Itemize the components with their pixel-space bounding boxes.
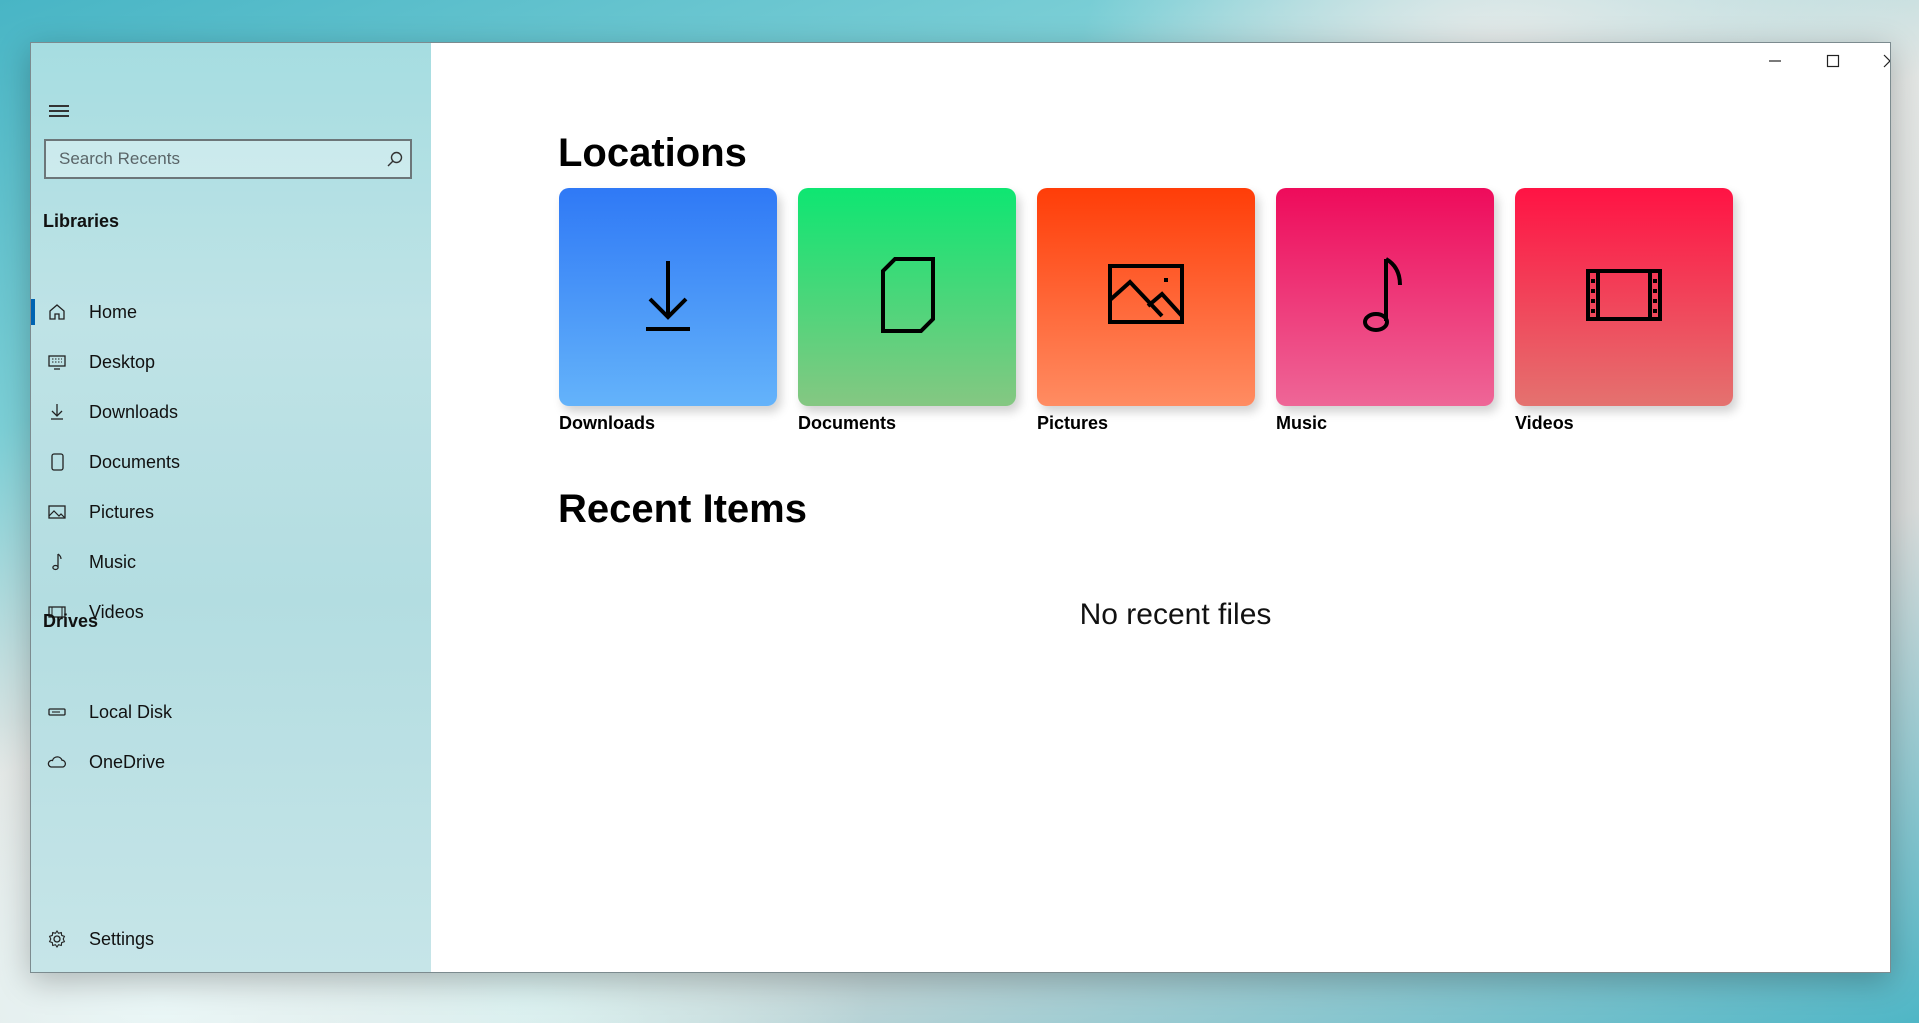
location-tile-downloads[interactable] bbox=[559, 188, 777, 406]
empty-state-message: No recent files bbox=[1079, 598, 1272, 631]
main-content: Locations Downloads Documents Pictures M… bbox=[431, 43, 1890, 972]
sidebar-item-label: Desktop bbox=[89, 351, 156, 372]
location-label-videos: Videos bbox=[1515, 413, 1574, 433]
location-tile-music[interactable] bbox=[1276, 188, 1494, 406]
settings-button[interactable]: Settings bbox=[31, 916, 431, 962]
sidebar-item-local-disk[interactable]: Local Disk bbox=[31, 689, 431, 735]
files-app-window: Libraries Home Desktop Downloads Documen… bbox=[30, 42, 1891, 973]
location-tile-pictures[interactable] bbox=[1037, 188, 1255, 406]
location-label-documents: Documents bbox=[798, 413, 897, 433]
sidebar-item-label: Documents bbox=[89, 451, 181, 472]
sidebar-item-label: Music bbox=[89, 551, 137, 572]
sidebar-item-downloads[interactable]: Downloads bbox=[31, 389, 431, 435]
picture-icon bbox=[1106, 262, 1186, 333]
cloud-icon bbox=[45, 750, 69, 774]
document-icon bbox=[45, 450, 69, 474]
sidebar-item-label: Downloads bbox=[89, 401, 179, 422]
locations-title: Locations bbox=[558, 131, 747, 175]
drives-header: Drives bbox=[43, 611, 99, 631]
music-note-icon bbox=[45, 550, 69, 574]
desktop-icon bbox=[45, 350, 69, 374]
location-tile-videos[interactable] bbox=[1515, 188, 1733, 406]
drive-icon bbox=[45, 700, 69, 724]
location-label-downloads: Downloads bbox=[559, 413, 656, 433]
libraries-header: Libraries bbox=[43, 211, 120, 231]
location-tile-documents[interactable] bbox=[798, 188, 1016, 406]
hamburger-menu-icon[interactable] bbox=[43, 95, 75, 127]
settings-label: Settings bbox=[89, 928, 155, 949]
picture-icon bbox=[45, 500, 69, 524]
recent-items-title: Recent Items bbox=[558, 487, 807, 531]
location-label-pictures: Pictures bbox=[1037, 413, 1109, 433]
sidebar-item-home[interactable]: Home bbox=[31, 289, 431, 335]
download-icon bbox=[638, 255, 698, 340]
search-box[interactable] bbox=[44, 139, 412, 179]
sidebar-item-label: Home bbox=[89, 301, 138, 322]
gear-icon bbox=[45, 927, 69, 951]
sidebar-item-label: Local Disk bbox=[89, 701, 173, 722]
download-icon bbox=[45, 400, 69, 424]
search-icon[interactable] bbox=[380, 144, 410, 174]
sidebar-item-desktop[interactable]: Desktop bbox=[31, 339, 431, 385]
home-icon bbox=[45, 300, 69, 324]
sidebar: Libraries Home Desktop Downloads Documen… bbox=[31, 43, 431, 972]
sidebar-item-music[interactable]: Music bbox=[31, 539, 431, 585]
sidebar-item-pictures[interactable]: Pictures bbox=[31, 489, 431, 535]
music-note-icon bbox=[1360, 255, 1410, 340]
sidebar-item-documents[interactable]: Documents bbox=[31, 439, 431, 485]
sidebar-item-onedrive[interactable]: OneDrive bbox=[31, 739, 431, 785]
sidebar-item-label: Pictures bbox=[89, 501, 155, 522]
search-input[interactable] bbox=[46, 148, 380, 170]
video-icon bbox=[1584, 267, 1664, 328]
sidebar-item-label: OneDrive bbox=[89, 751, 166, 772]
location-label-music: Music bbox=[1276, 413, 1328, 433]
document-icon bbox=[877, 255, 937, 340]
